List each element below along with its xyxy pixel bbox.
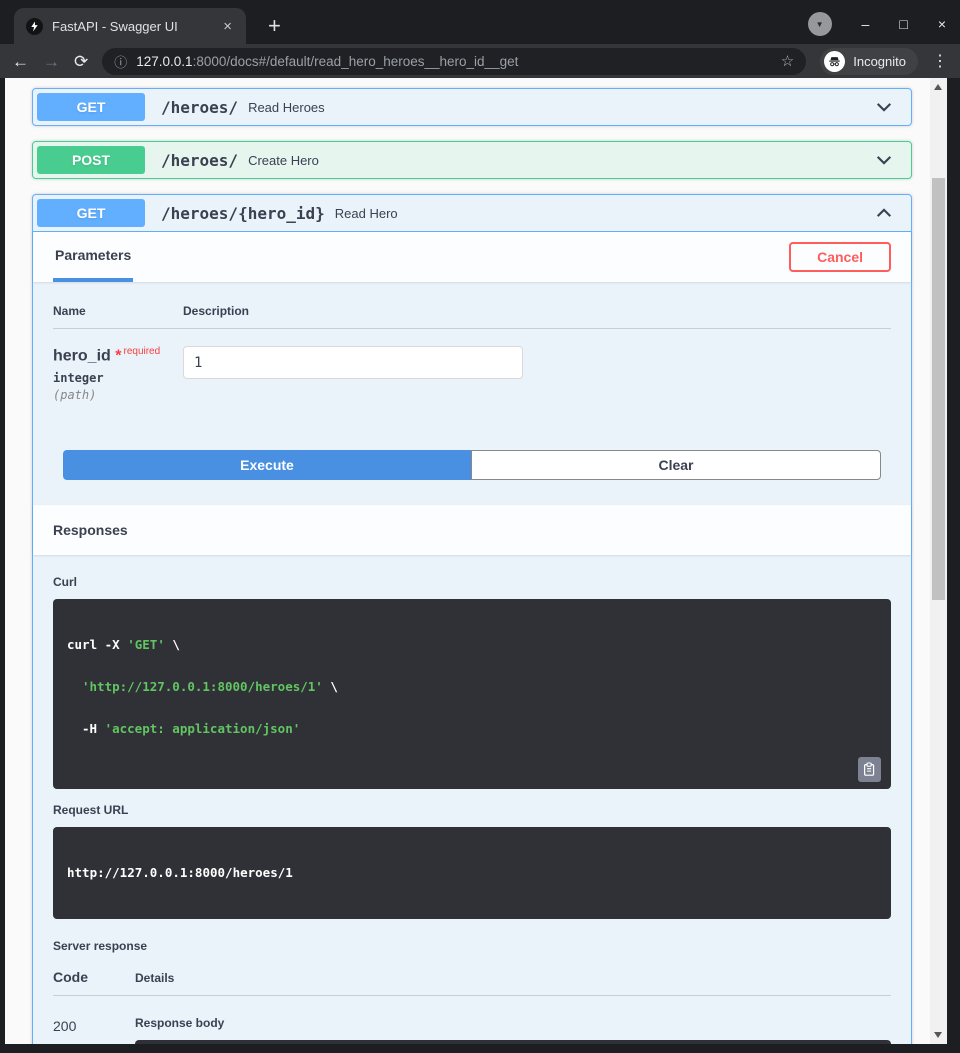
required-label: required (123, 346, 161, 357)
op-path: /heroes/{hero_id} (161, 203, 325, 223)
method-badge: POST (37, 146, 145, 174)
tab-title: FastAPI - Swagger UI (52, 18, 178, 34)
server-response-table-head: Code Details (53, 959, 891, 997)
maximize-icon[interactable]: □ (899, 16, 907, 32)
tab-close-icon[interactable]: × (221, 18, 234, 35)
name-column-header: Name (53, 304, 86, 318)
server-response-row: 200 Response body { "name": "Deadpond", … (53, 996, 891, 1044)
scrollbar-thumb[interactable] (932, 178, 945, 600)
chevron-down-icon[interactable] (861, 98, 907, 116)
op-summary: Create Hero (248, 152, 319, 168)
incognito-label: Incognito (853, 53, 906, 69)
hero-id-input[interactable] (183, 346, 523, 379)
op-summary: Read Heroes (248, 99, 325, 115)
window-menu-icon[interactable]: ▼ (807, 12, 832, 36)
browser-window: FastAPI - Swagger UI × + ▼ – □ × ← → ⟳ ⓘ… (0, 0, 960, 1053)
curl-code-block: curl -X 'GET' \ 'http://127.0.0.1:8000/h… (53, 599, 891, 790)
op-summary: Read Hero (334, 205, 398, 221)
description-column-header: Description (183, 304, 250, 318)
tab-parameters[interactable]: Parameters (53, 232, 134, 282)
copy-curl-button[interactable] (858, 757, 881, 783)
response-body-label: Response body (135, 1016, 225, 1031)
parameter-location: (path) (53, 388, 97, 403)
forward-icon[interactable]: → (43, 53, 60, 70)
site-info-icon[interactable]: ⓘ (114, 52, 127, 71)
opblock-read-hero: GET /heroes/{hero_id} Read Hero Paramete… (32, 194, 912, 1044)
scroll-down-icon[interactable] (934, 1032, 942, 1038)
back-icon[interactable]: ← (12, 53, 29, 70)
request-url-value: http://127.0.0.1:8000/heroes/1 (67, 865, 293, 881)
code-column-header: Code (53, 969, 88, 986)
method-badge: GET (37, 199, 145, 227)
incognito-badge: Incognito (820, 47, 918, 75)
clear-button[interactable]: Clear (471, 450, 881, 481)
execute-button[interactable]: Execute (63, 450, 471, 481)
fastapi-favicon-icon (26, 17, 43, 35)
parameter-type: integer (53, 371, 104, 386)
request-url-label: Request URL (53, 803, 129, 818)
opblock-summary-read-heroes[interactable]: GET /heroes/ Read Heroes (33, 89, 911, 125)
chevron-up-icon[interactable] (861, 204, 907, 222)
opblock-summary-read-hero[interactable]: GET /heroes/{hero_id} Read Hero (33, 195, 911, 232)
browser-tab[interactable]: FastAPI - Swagger UI × (14, 8, 246, 44)
page-viewport: GET /heroes/ Read Heroes POST /heroes/ C… (5, 78, 930, 1044)
tab-strip: FastAPI - Swagger UI × + ▼ – □ × (0, 0, 960, 44)
chevron-down-icon[interactable] (861, 151, 907, 169)
status-code: 200 (53, 1018, 77, 1035)
close-icon[interactable]: × (938, 16, 946, 32)
request-url-block: http://127.0.0.1:8000/heroes/1 (53, 827, 891, 920)
cancel-button[interactable]: Cancel (789, 242, 891, 272)
new-tab-icon[interactable]: + (268, 15, 281, 37)
method-badge: GET (37, 93, 145, 121)
opblock-create-hero: POST /heroes/ Create Hero (32, 141, 912, 179)
response-body-block: { "name": "Deadpond", "secret_name": "Di… (135, 1040, 891, 1044)
curl-label: Curl (53, 575, 77, 590)
scroll-up-icon[interactable] (934, 84, 942, 90)
reload-icon[interactable]: ⟳ (74, 53, 88, 70)
parameters-table-head: Name Description (53, 304, 891, 329)
op-path: /heroes/ (161, 150, 239, 170)
responses-header: Responses (33, 505, 911, 556)
parameter-name: hero_id * required (53, 346, 161, 365)
window-controls: ▼ – □ × (807, 12, 946, 36)
opblock-read-heroes: GET /heroes/ Read Heroes (32, 88, 912, 126)
minimize-icon[interactable]: – (862, 16, 870, 32)
execute-row: Execute Clear (33, 450, 911, 505)
url-path: :8000/docs#/default/read_hero_heroes__he… (192, 53, 519, 69)
opblock-summary-create-hero[interactable]: POST /heroes/ Create Hero (33, 142, 911, 178)
incognito-icon (824, 50, 846, 72)
browser-menu-icon[interactable]: ⋮ (932, 51, 948, 71)
server-response-label: Server response (53, 939, 148, 954)
op-path: /heroes/ (161, 97, 239, 117)
page-scrollbar[interactable] (930, 78, 947, 1044)
browser-toolbar: ← → ⟳ ⓘ 127.0.0.1:8000/docs#/default/rea… (0, 44, 960, 78)
responses-area: Curl curl -X 'GET' \ 'http://127.0.0.1:8… (33, 555, 911, 1044)
parameter-row-hero-id: hero_id * required integer (path) (53, 329, 891, 402)
responses-title: Responses (53, 522, 128, 539)
bookmark-star-icon[interactable]: ☆ (781, 52, 794, 70)
parameters-header: Parameters Cancel (33, 232, 911, 282)
parameters-table: Name Description hero_id * required integ… (33, 282, 911, 450)
url-host: 127.0.0.1 (136, 53, 193, 69)
url-text: 127.0.0.1:8000/docs#/default/read_hero_h… (136, 54, 772, 69)
address-bar[interactable]: ⓘ 127.0.0.1:8000/docs#/default/read_hero… (102, 47, 807, 75)
details-column-header: Details (135, 971, 175, 986)
